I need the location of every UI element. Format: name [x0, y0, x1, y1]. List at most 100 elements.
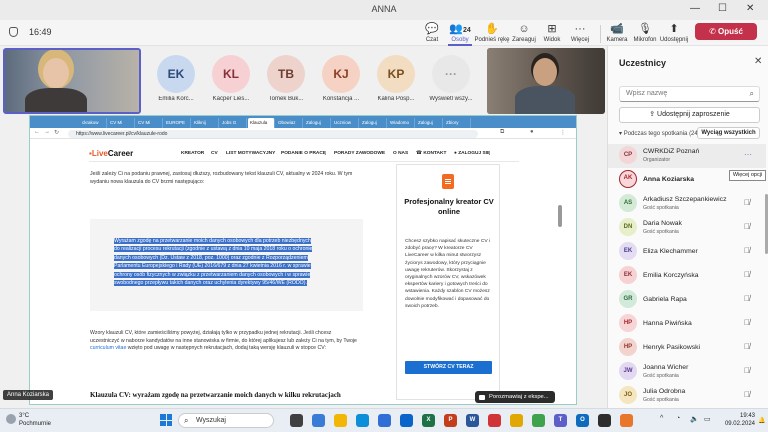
browser-nav-bar: ← → ↻ https://www.livecareer.pl/cv/klauz…: [30, 128, 576, 139]
page-scrollbar[interactable]: [558, 205, 562, 227]
app-red-icon[interactable]: [488, 414, 501, 427]
site-logo[interactable]: ▪LiveCareer: [89, 149, 133, 158]
extensions-icon[interactable]: ⧉: [500, 129, 504, 136]
excel-icon[interactable]: X: [422, 414, 435, 427]
invite-icon: ⇪: [649, 111, 658, 118]
menu-list-motywacyjny[interactable]: LIST MOTYWACYJNY: [226, 151, 275, 156]
cv-link[interactable]: curriculum vitae: [90, 345, 126, 351]
menu-cv[interactable]: CV: [211, 151, 218, 156]
browser-tab[interactable]: Wiadomo: [388, 118, 415, 128]
browser-tab[interactable]: Zaloguj: [360, 118, 387, 128]
leave-button[interactable]: ✆ Opuść: [695, 23, 757, 40]
app-orange-icon[interactable]: [620, 414, 633, 427]
mic-off-icon: 🎙̸: [744, 366, 750, 375]
gallery-avatar[interactable]: EK: [157, 55, 195, 93]
participant-row[interactable]: JW Joanna Wicher Gość spotkania 🎙̸: [608, 360, 766, 384]
participant-search-input[interactable]: Wpisz nazwę ⌕: [619, 86, 760, 102]
back-icon[interactable]: ←: [34, 129, 40, 135]
browser-tab[interactable]: Uczniow: [332, 118, 359, 128]
browser-tab[interactable]: Zbiory: [444, 118, 471, 128]
share-invite-button[interactable]: ⇪ Udostępnij zaproszenie: [619, 107, 760, 123]
widgets-icon[interactable]: [312, 414, 325, 427]
browser-tab[interactable]: EUROPE: [164, 118, 191, 128]
header-divider: [89, 161, 519, 162]
participant-row[interactable]: EK Emilia Korczyńska 🎙̸: [608, 264, 766, 288]
notification-icon[interactable]: 🔔: [758, 417, 765, 424]
forward-icon[interactable]: →: [44, 129, 50, 135]
maximize-icon[interactable]: ☐: [718, 3, 727, 14]
gallery-avatar[interactable]: TB: [267, 55, 305, 93]
file-explorer-icon[interactable]: [334, 414, 347, 427]
battery-icon[interactable]: ▭: [704, 415, 711, 423]
browser-tab[interactable]: CV Mi: [108, 118, 135, 128]
browser-menu-icon[interactable]: ⋮: [560, 129, 566, 136]
participant-row[interactable]: EK Eliza Klechammer 🎙̸: [608, 240, 766, 264]
participant-row[interactable]: CP CWRKDiZ Poznań Organizator ···: [608, 144, 766, 168]
gallery-avatar[interactable]: KL: [212, 55, 250, 93]
video-tile-self[interactable]: [3, 48, 141, 114]
start-button[interactable]: [160, 414, 172, 426]
menu-kontakt[interactable]: ☎ KONTAKT: [416, 151, 446, 156]
address-bar[interactable]: https://www.livecareer.pl/cv/klauzule-ro…: [68, 129, 478, 138]
menu-o-nas[interactable]: O NAS: [393, 151, 408, 156]
browser-tab[interactable]: Jobs G: [220, 118, 247, 128]
chat-notification[interactable]: Porozmawiaj z ekspe...: [475, 391, 555, 403]
browser-tab[interactable]: ckrakow: [80, 118, 107, 128]
app-green-icon[interactable]: [532, 414, 545, 427]
avatar: AS: [619, 194, 637, 212]
menu-podanie[interactable]: PODANIE O PRACĘ: [281, 151, 326, 156]
create-cv-button[interactable]: STWÓRZ CV TERAZ: [405, 361, 492, 374]
taskbar-search[interactable]: ⌕ Wyszukaj: [178, 413, 274, 428]
network-icon[interactable]: ◔: [676, 415, 680, 422]
participant-face: [43, 58, 69, 88]
close-panel-icon[interactable]: ✕: [754, 56, 762, 67]
gallery-avatar[interactable]: KP: [377, 55, 415, 93]
participant-row[interactable]: HP Hanna Piwińska 🎙̸: [608, 312, 766, 336]
browser-tab[interactable]: CV Mi: [136, 118, 163, 128]
chevron-up-icon[interactable]: ^: [660, 415, 663, 422]
word-icon[interactable]: W: [466, 414, 479, 427]
browser-tab[interactable]: Zaloguj: [416, 118, 443, 128]
menu-zaloguj[interactable]: ● ZALOGUJ SIĘ: [454, 151, 490, 156]
volume-icon[interactable]: 🔈: [690, 415, 699, 423]
browser-tab[interactable]: Obowiaz: [276, 118, 303, 128]
participant-row[interactable]: DN Daria Nowak Gość spotkania 🎙̸: [608, 216, 766, 240]
search-icon: ⌕: [184, 416, 189, 425]
gallery-avatar[interactable]: KJ: [322, 55, 360, 93]
task-view-icon[interactable]: [290, 414, 303, 427]
mail-icon[interactable]: [400, 414, 413, 427]
participant-row[interactable]: GR Gabriela Rapa 🎙̸: [608, 288, 766, 312]
reload-icon[interactable]: ↻: [54, 129, 59, 136]
clause-text: Wyrażam zgodę na przetwarzanie moich dan…: [114, 238, 313, 287]
intro-paragraph: Jeśli zależy Ci na podaniu prawnej, zast…: [90, 171, 353, 185]
participant-row[interactable]: JO Julia Odrobna Gość spotkania 🎙̸: [608, 384, 766, 408]
menu-kreator[interactable]: KREATOR: [181, 151, 204, 156]
powerpoint-icon[interactable]: P: [444, 414, 457, 427]
edge-icon[interactable]: [356, 414, 369, 427]
video-tile-participant[interactable]: [487, 48, 605, 114]
system-clock[interactable]: 19:43 09.02.2024: [719, 412, 755, 428]
view-all-button[interactable]: ···: [432, 55, 470, 93]
more-options-icon[interactable]: ···: [744, 150, 752, 159]
browser-tab[interactable]: Zaloguj: [304, 118, 331, 128]
profile-icon[interactable]: ●: [530, 129, 534, 135]
teams-icon[interactable]: T: [554, 414, 567, 427]
outlook-icon[interactable]: O: [576, 414, 589, 427]
in-meeting-section[interactable]: ▾ Podczas tego spotkania (24): [619, 130, 700, 137]
browser-tab-active[interactable]: Klauzula: [248, 118, 275, 128]
document-icon: [442, 174, 454, 189]
chrome-icon[interactable]: [510, 414, 523, 427]
participant-row[interactable]: AS Arkadiusz Szczepankiewicz Gość spotka…: [608, 192, 766, 216]
participant-row[interactable]: HP Henryk Pasikowski 🎙̸: [608, 336, 766, 360]
menu-porady[interactable]: PORADY ZAWODOWE: [334, 151, 385, 156]
minimize-icon[interactable]: —: [690, 3, 700, 14]
mic-off-icon: 🎙̸: [744, 294, 750, 303]
share-button[interactable]: ⬆ Udostępnij: [654, 22, 694, 43]
mute-all-button[interactable]: Wyciąg wszystkich: [697, 127, 760, 139]
presenter-name-tag: Anna Koziarska: [3, 390, 54, 400]
store-icon[interactable]: [378, 414, 391, 427]
browser-tab[interactable]: Kliknij: [192, 118, 219, 128]
app-dark-icon[interactable]: [598, 414, 611, 427]
close-icon[interactable]: ✕: [746, 3, 754, 14]
more-button[interactable]: ··· Więcej: [560, 22, 600, 43]
